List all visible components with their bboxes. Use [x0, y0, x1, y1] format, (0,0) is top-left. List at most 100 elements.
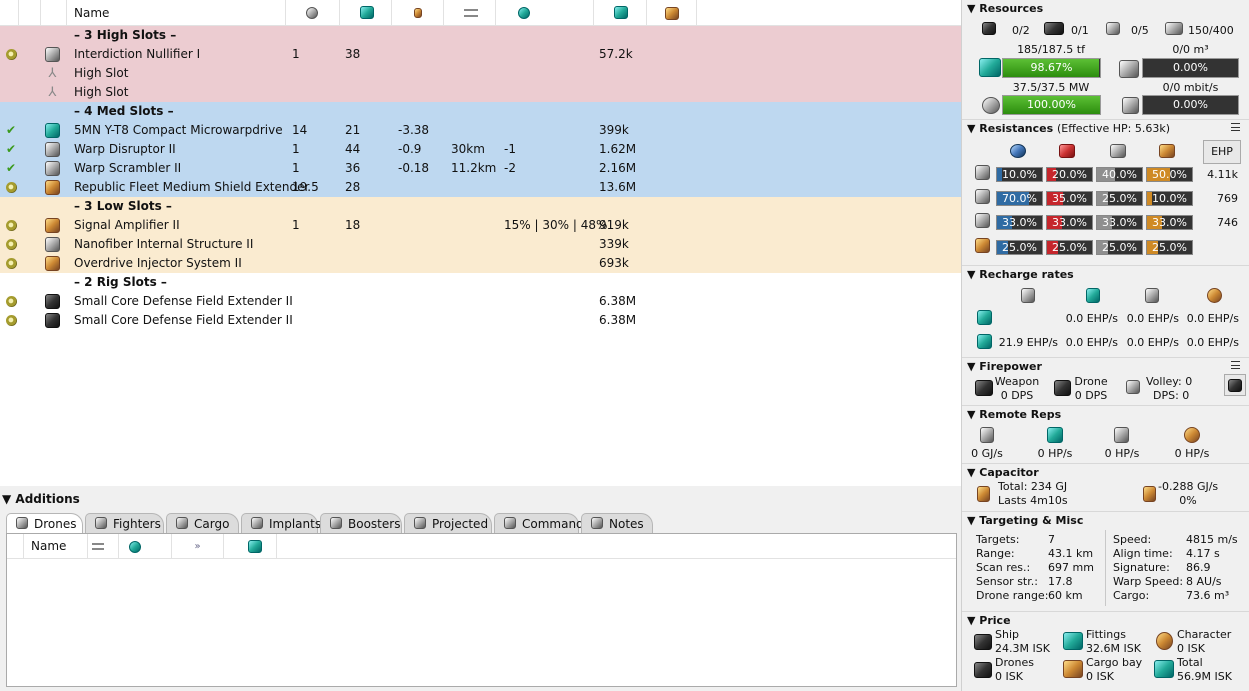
kinetic-resist-icon	[1110, 144, 1126, 158]
drones-state-header[interactable]	[7, 534, 24, 559]
ship-price-value: 24.3M ISK	[995, 642, 1050, 655]
stat-label: Sensor str.:	[976, 575, 1038, 588]
resist-value: 25.0%	[1102, 192, 1137, 205]
optimal-column-header[interactable]	[444, 0, 496, 26]
module-offline-state-icon[interactable]	[6, 182, 17, 193]
module-offline-state-icon[interactable]	[6, 258, 17, 269]
module-row[interactable]: Small Core Defense Field Extender II 6.38…	[0, 311, 961, 330]
module-name: Nanofiber Internal Structure II	[74, 237, 254, 251]
additions-title[interactable]: ▼ Additions	[2, 492, 80, 506]
armor-layer-icon	[975, 189, 990, 204]
module-active-check-icon[interactable]: ✔	[6, 162, 17, 174]
stats-panel: ▼ Resources 0/2 0/1 0/5 150/400 185/187.…	[961, 0, 1249, 691]
drones-name-header[interactable]: Name	[24, 534, 88, 559]
module-price: 919k	[599, 218, 629, 232]
falloff-column-header[interactable]	[496, 0, 594, 26]
dronebay-icon	[1119, 60, 1139, 78]
recharge-title[interactable]: ▼ Recharge rates	[967, 268, 1074, 281]
module-offline-state-icon[interactable]	[6, 296, 17, 307]
ship-price-icon	[974, 634, 992, 650]
weapon-label: Weapon	[994, 375, 1040, 388]
tab-cargo[interactable]: Cargo	[166, 513, 239, 533]
tab-boosters[interactable]: Boosters	[320, 513, 402, 533]
tab-label: Command	[522, 517, 584, 531]
total-price-label: Total	[1177, 656, 1203, 669]
module-icon	[45, 294, 60, 309]
module-name: High Slot	[74, 85, 129, 99]
module-name: Warp Scrambler II	[74, 161, 182, 175]
module-offline-state-icon[interactable]	[6, 239, 17, 250]
targeting-title[interactable]: ▼ Targeting & Misc	[967, 514, 1083, 527]
module-offline-state-icon[interactable]	[6, 315, 17, 326]
remote-reps-title[interactable]: ▼ Remote Reps	[967, 408, 1061, 421]
drones-speed-header[interactable]: »	[172, 534, 224, 559]
module-active-check-icon[interactable]: ✔	[6, 124, 17, 136]
remote-armor-icon	[1114, 427, 1129, 443]
tab-drones[interactable]: Drones	[6, 513, 83, 533]
remote-cap-value: 0 GJ/s	[971, 447, 1003, 460]
module-active-check-icon[interactable]: ✔	[6, 143, 17, 155]
calibration-value: 150/400	[1188, 24, 1234, 37]
drones-name-label: Name	[31, 539, 67, 553]
drones-optimal-header[interactable]	[88, 534, 119, 559]
module-price: 693k	[599, 256, 629, 270]
stat-label: Cargo:	[1113, 589, 1150, 602]
module-row[interactable]: ✔ 5MN Y-T8 Compact Microwarpdrive 14 21 -3.3…	[0, 121, 961, 140]
module-row[interactable]: ✔ Warp Disruptor II 1 44 -0.9 30km -1 1.62M	[0, 140, 961, 159]
tab-projected[interactable]: Projected	[404, 513, 492, 533]
powergrid-usage-bar: 100.00%	[1002, 95, 1101, 115]
module-row[interactable]: Signal Amplifier II 1 18 15% | 30% | 48% 919…	[0, 216, 961, 235]
module-row[interactable]: Small Core Defense Field Extender II 6.38…	[0, 292, 961, 311]
hull-layer-icon	[975, 213, 990, 228]
additions-panel: ▼ Additions Drones Fighters Cargo Implants B…	[0, 488, 961, 691]
capacitor-column-header[interactable]	[392, 0, 444, 26]
tab-label: Fighters	[113, 517, 161, 531]
slot-group-header[interactable]: – 4 Med Slots –	[0, 102, 961, 121]
module-row[interactable]: Republic Fleet Medium Shield Extender 19.…	[0, 178, 961, 197]
damage-pattern-button[interactable]	[1224, 374, 1246, 396]
slot-group-header[interactable]: – 2 Rig Slots –	[0, 273, 961, 292]
capacitor-percent: 0%	[1179, 494, 1197, 507]
icon2-column-header[interactable]	[41, 0, 67, 26]
drones-price-header[interactable]	[224, 534, 277, 559]
tab-notes[interactable]: Notes	[581, 513, 653, 533]
tab-command[interactable]: Command	[494, 513, 584, 533]
total-price-icon	[1154, 660, 1174, 678]
stat-label: Drone range:	[976, 589, 1049, 602]
weapon-icon	[975, 380, 993, 396]
slot-group-header[interactable]: – 3 Low Slots –	[0, 197, 961, 216]
drones-list[interactable]: Name »	[6, 533, 957, 687]
module-offline-state-icon[interactable]	[6, 49, 17, 60]
firepower-title[interactable]: ▼ Firepower	[967, 360, 1042, 373]
module-row[interactable]: Interdiction Nullifier I 1 38 57.2k	[0, 45, 961, 64]
powergrid-column-header[interactable]	[340, 0, 392, 26]
empty-slot-row[interactable]: ⅄ High Slot	[0, 83, 961, 102]
cpu-column-header[interactable]	[286, 0, 340, 26]
module-row[interactable]: Nanofiber Internal Structure II 339k	[0, 235, 961, 254]
remote-shield-value: 0 HP/s	[1037, 447, 1073, 460]
module-row[interactable]: Overdrive Injector System II 693k	[0, 254, 961, 273]
module-row[interactable]: ✔ Warp Scrambler II 1 36 -0.18 11.2km -2 2.16M	[0, 159, 961, 178]
powergrid-icon	[982, 97, 1000, 114]
slot-group-header[interactable]: – 3 High Slots –	[0, 26, 961, 45]
capacitor-title-text: Capacitor	[979, 466, 1039, 479]
resistances-menu-icon[interactable]	[1231, 123, 1240, 131]
resistances-title[interactable]: ▼ Resistances (Effective HP: 5.63k)	[967, 122, 1170, 135]
ehp-toggle-button[interactable]: EHP	[1203, 140, 1241, 164]
tab-implants[interactable]: Implants	[241, 513, 321, 533]
firepower-menu-icon[interactable]	[1231, 361, 1240, 369]
fitting-view[interactable]: Name – 3 High Slots – Interdiction Nullif…	[0, 0, 961, 486]
capacitor-title[interactable]: ▼ Capacitor	[967, 466, 1039, 479]
cargo-column-header[interactable]	[647, 0, 697, 26]
icon-column-header[interactable]	[19, 0, 41, 26]
resist-bar: 33.0%	[1046, 215, 1093, 230]
state-column-header[interactable]	[0, 0, 19, 26]
price-title[interactable]: ▼ Price	[967, 614, 1011, 627]
empty-slot-row[interactable]: ⅄ High Slot	[0, 64, 961, 83]
name-column-header[interactable]: Name	[67, 0, 286, 26]
price-column-header[interactable]	[594, 0, 647, 26]
resources-title[interactable]: ▼ Resources	[967, 2, 1043, 15]
tab-fighters[interactable]: Fighters	[85, 513, 164, 533]
module-offline-state-icon[interactable]	[6, 220, 17, 231]
drones-falloff-header[interactable]	[119, 534, 172, 559]
